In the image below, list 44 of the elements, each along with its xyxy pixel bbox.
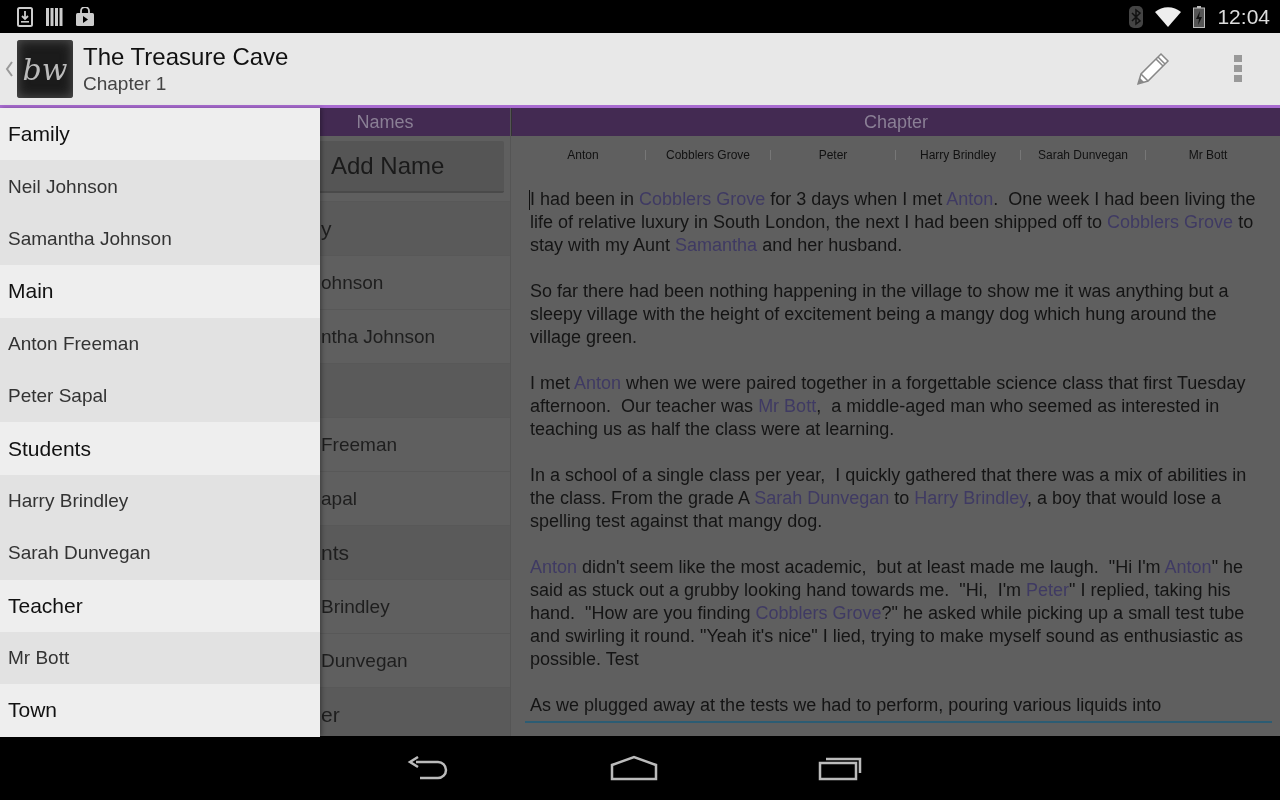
- group-header: Students: [0, 422, 320, 475]
- name-item[interactable]: ohnson: [321, 271, 384, 294]
- name-item[interactable]: Neil Johnson: [0, 160, 320, 213]
- group-header: Family: [0, 108, 320, 161]
- name-item[interactable]: Dunvegan: [321, 649, 408, 672]
- name-item[interactable]: Peter Sapal: [0, 369, 320, 423]
- group-header: Town: [0, 684, 320, 737]
- group-header: Teacher: [0, 579, 320, 632]
- battery-icon: [1193, 5, 1206, 28]
- home-icon[interactable]: [610, 755, 658, 781]
- name-item[interactable]: Anton Freeman: [0, 317, 320, 370]
- name-item[interactable]: Harry Brindley: [0, 474, 320, 528]
- chapter-header: Chapter: [511, 108, 1280, 136]
- books-icon: [45, 6, 63, 27]
- name-item[interactable]: Samantha Johnson: [0, 212, 320, 266]
- home-up-button[interactable]: bw: [0, 40, 73, 98]
- download-icon: [17, 6, 33, 27]
- group-header: y: [321, 216, 332, 241]
- name-tag[interactable]: Harry Brindley: [896, 148, 1020, 162]
- group-header: nts: [321, 540, 349, 565]
- group-header: Main: [0, 265, 320, 318]
- clock: 12:04: [1217, 4, 1270, 29]
- shopping-bag-icon: [75, 6, 95, 27]
- name-tag[interactable]: Sarah Dunvegan: [1021, 148, 1145, 162]
- bluetooth-icon: [1129, 5, 1144, 28]
- name-item[interactable]: ntha Johnson: [321, 325, 436, 348]
- name-item[interactable]: Freeman: [321, 433, 398, 456]
- recent-apps-icon[interactable]: [818, 755, 864, 781]
- name-item[interactable]: Mr Bott: [0, 631, 320, 685]
- name-item[interactable]: Brindley: [321, 595, 390, 618]
- name-tag[interactable]: Peter: [771, 148, 895, 162]
- book-title: The Treasure Cave: [83, 43, 290, 71]
- name-item[interactable]: Sarah Dunvegan: [0, 527, 320, 580]
- name-item[interactable]: apal: [321, 487, 357, 510]
- pencil-icon[interactable]: [1134, 50, 1172, 88]
- chapter-subtitle: Chapter 1: [83, 73, 168, 95]
- wifi-icon: [1155, 6, 1182, 27]
- app-logo: bw: [17, 40, 73, 98]
- name-tag[interactable]: Anton: [521, 148, 645, 162]
- chevron-left-icon: [5, 61, 13, 77]
- name-tag[interactable]: Mr Bott: [1146, 148, 1270, 162]
- back-icon[interactable]: [406, 756, 450, 780]
- name-tag[interactable]: Cobblers Grove: [646, 148, 770, 162]
- group-header: er: [321, 702, 340, 727]
